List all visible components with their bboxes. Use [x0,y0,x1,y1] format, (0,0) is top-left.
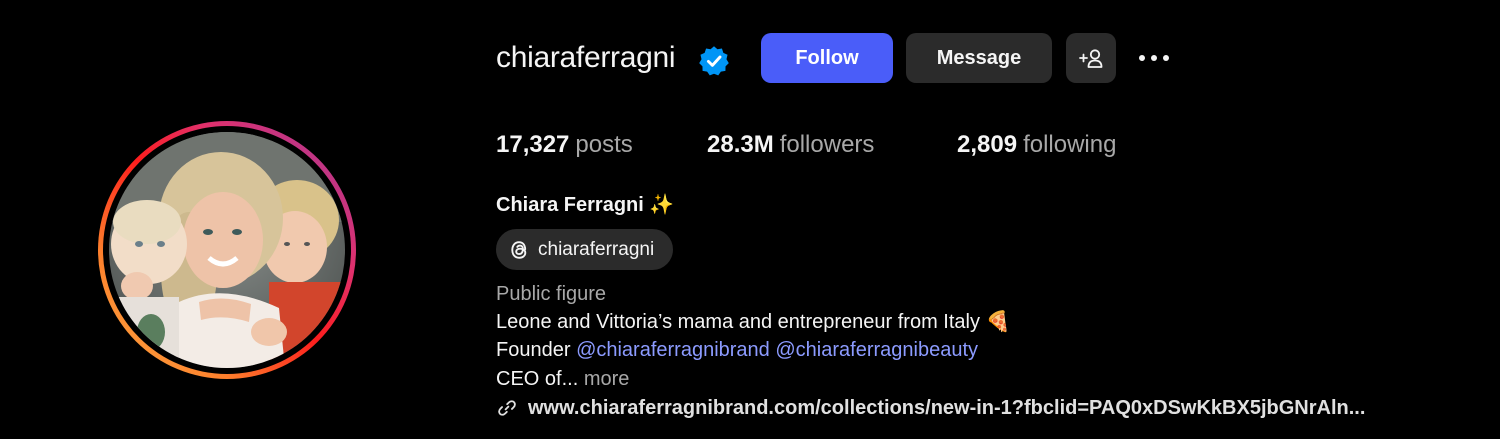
more-button[interactable]: more [584,368,630,390]
sparkles-emoji: ✨ [649,194,675,216]
avatar[interactable] [109,132,345,368]
threads-icon [511,240,527,259]
avatar-photo-illustration [109,132,345,368]
stat-following[interactable]: 2,809 following [957,130,1116,160]
followers-label: followers [779,131,875,158]
more-options-button[interactable] [1133,40,1175,76]
followers-count: 28.3M [707,131,774,158]
suggested-accounts-button[interactable] [1066,33,1116,83]
bio-text-3: CEO of... [496,368,579,390]
add-person-icon [1079,49,1103,68]
posts-count: 17,327 [496,131,570,158]
message-button[interactable]: Message [906,33,1052,83]
avatar-border [103,126,351,374]
bio-line-1: Leone and Vittoria’s mama and entreprene… [496,309,1010,335]
follow-button[interactable]: Follow [761,33,893,83]
following-label: following [1023,131,1117,158]
full-name-text: Chiara Ferragni [496,194,644,216]
stat-followers[interactable]: 28.3M followers [707,130,874,160]
mention-link-beauty[interactable]: @chiaraferragnibeauty [775,339,978,361]
external-link[interactable]: www.chiaraferragnibrand.com/collections/… [496,394,1365,422]
posts-label: posts [575,131,633,158]
bio-text-1: Leone and Vittoria’s mama and entreprene… [496,311,980,333]
bio-line-3: CEO of... more [496,366,629,392]
category-label: Public figure [496,283,607,305]
bio-text-2: Founder [496,339,571,361]
verified-badge-icon [699,46,729,76]
username: chiaraferragni [496,41,676,74]
more-horizontal-icon [1139,55,1169,61]
mention-link-brand[interactable]: @chiaraferragnibrand [576,339,770,361]
bio-line-2: Founder @chiaraferragnibrand @chiaraferr… [496,337,978,363]
threads-badge[interactable]: chiaraferragni [496,229,673,270]
external-link-text[interactable]: www.chiaraferragnibrand.com/collections/… [528,397,1365,420]
stat-posts: 17,327 posts [496,130,633,160]
story-ring[interactable] [98,121,356,379]
threads-handle: chiaraferragni [538,238,655,260]
pizza-emoji: 🍕 [985,311,1011,333]
full-name: Chiara Ferragni ✨ [496,192,674,218]
following-count: 2,809 [957,131,1018,158]
link-icon [498,400,516,416]
